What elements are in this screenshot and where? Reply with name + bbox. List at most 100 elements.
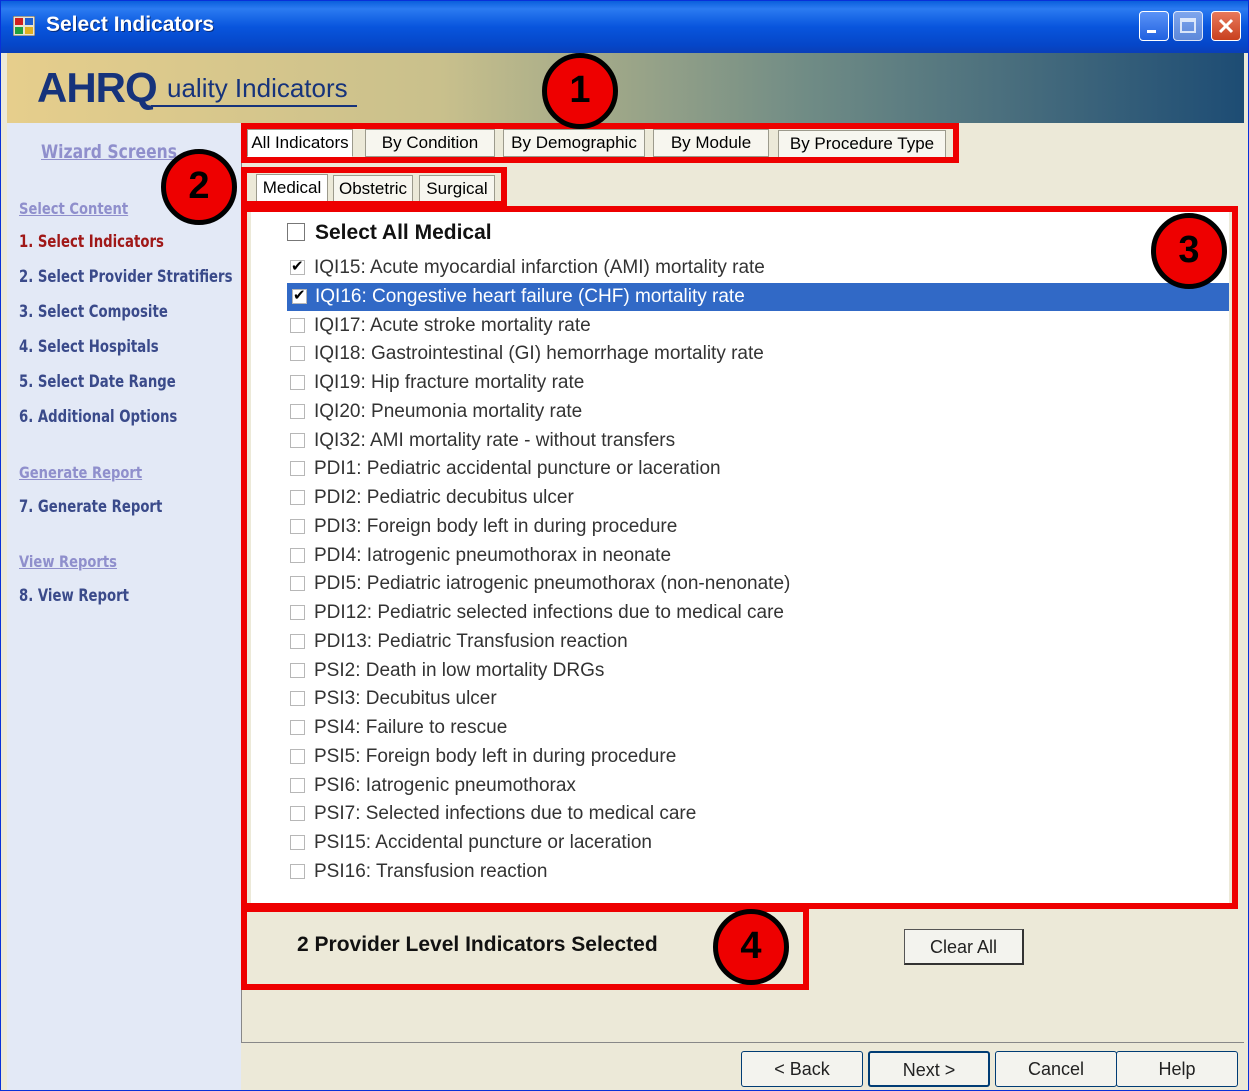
indicator-label: PDI1: Pediatric accidental puncture or l… [314,458,721,480]
back-button[interactable]: < Back [741,1051,863,1087]
indicator-checkbox[interactable] [290,806,305,822]
indicator-checkbox[interactable] [290,748,305,764]
indicator-item[interactable]: IQI16: Congestive heart failure (CHF) mo… [287,282,1229,311]
tab-obstetric[interactable]: Obstetric [333,175,413,203]
indicator-item[interactable]: IQI32: AMI mortality rate - without tran… [290,427,1230,455]
indicator-item[interactable]: IQI15: Acute myocardial infarction (AMI)… [290,254,1230,282]
indicator-checkbox[interactable] [290,547,305,563]
indicator-item[interactable]: PSI2: Death in low mortality DRGs [290,657,1230,685]
indicator-item[interactable]: IQI17: Acute stroke mortality rate [290,312,1230,340]
tab-all-indicators[interactable]: All Indicators [247,129,353,157]
indicator-label: IQI15: Acute myocardial infarction (AMI)… [314,257,765,278]
close-button[interactable] [1211,11,1241,41]
indicator-item[interactable]: PDI2: Pediatric decubitus ulcer [290,484,1230,512]
indicator-label: PSI5: Foreign body left in during proced… [314,745,677,767]
indicator-checkbox[interactable] [290,317,305,333]
selected-count-status: 2 Provider Level Indicators Selected [297,933,658,956]
banner: AHRQ uality Indicators [7,53,1244,123]
indicator-checkbox[interactable] [290,633,305,649]
marker-3: 3 [1151,213,1227,289]
step-select-date-range[interactable]: 5. Select Date Range [19,372,176,392]
indicator-checkbox[interactable] [290,863,305,879]
window-title: Select Indicators [46,13,215,36]
indicator-checkbox[interactable] [290,835,305,850]
indicator-checkbox[interactable] [290,777,305,793]
select-indicators-window: Select Indicators AHRQ uality Indicators… [0,0,1249,1091]
indicator-label: PSI16: Transfusion reaction [314,860,548,882]
indicator-item[interactable]: IQI19: Hip fracture mortality rate [290,369,1230,397]
next-button[interactable]: Next > [868,1051,990,1087]
tab-medical[interactable]: Medical [256,174,328,202]
logo-main-text: AHRQ [37,64,158,111]
select-content-link[interactable]: Select Content [19,199,128,218]
indicator-item[interactable]: IQI18: Gastrointestinal (GI) hemorrhage … [290,340,1230,368]
step-select-hospitals[interactable]: 4. Select Hospitals [19,337,159,357]
indicator-label: IQI17: Acute stroke mortality rate [314,314,591,336]
indicator-label: PSI4: Failure to rescue [314,717,508,738]
indicator-checkbox[interactable] [290,691,305,707]
indicator-item[interactable]: PSI6: Iatrogenic pneumothorax [290,772,1230,800]
tab-by-procedure-type[interactable]: By Procedure Type [778,130,946,158]
indicator-item[interactable]: IQI20: Pneumonia mortality rate [290,398,1230,426]
minimize-button[interactable] [1139,11,1169,41]
indicator-checkbox[interactable] [290,605,305,620]
indicator-checkbox[interactable] [290,490,305,505]
indicator-item[interactable]: PDI1: Pediatric accidental puncture or l… [290,455,1230,483]
indicator-item[interactable]: PDI13: Pediatric Transfusion reaction [290,628,1230,656]
step-select-indicators[interactable]: 1. Select Indicators [19,232,164,252]
indicator-item[interactable]: PSI3: Decubitus ulcer [290,685,1230,713]
indicator-item[interactable]: PSI5: Foreign body left in during proced… [290,743,1230,771]
generate-report-link[interactable]: Generate Report [19,463,142,482]
indicator-item[interactable]: PDI3: Foreign body left in during proced… [290,513,1230,541]
indicator-label: PSI7: Selected infections due to medical… [314,803,697,825]
step-generate-report[interactable]: 7. Generate Report [19,497,162,517]
tab-by-module[interactable]: By Module [653,129,769,157]
indicator-label: IQI16: Congestive heart failure (CHF) mo… [315,285,745,307]
indicator-label: IQI20: Pneumonia mortality rate [314,400,583,422]
indicator-item[interactable]: PSI4: Failure to rescue [290,714,1230,742]
indicator-checkbox[interactable] [290,576,305,592]
step-view-report[interactable]: 8. View Report [19,586,129,606]
select-all-checkbox-box[interactable] [287,223,305,241]
indicator-item[interactable]: PSI15: Accidental puncture or laceration [290,829,1230,857]
indicator-label: IQI18: Gastrointestinal (GI) hemorrhage … [314,343,764,365]
tab-by-demographic[interactable]: By Demographic [503,129,645,157]
step-select-provider-stratifiers[interactable]: 2. Select Provider Stratifiers [19,267,232,287]
view-reports-link[interactable]: View Reports [19,552,117,571]
step-select-composite[interactable]: 3. Select Composite [19,302,168,322]
maximize-button[interactable] [1173,11,1203,41]
indicator-checkbox[interactable] [290,257,305,275]
indicator-checkbox[interactable] [290,346,305,362]
indicator-label: PDI5: Pediatric iatrogenic pneumothorax … [314,573,791,595]
indicator-item[interactable]: PSI16: Transfusion reaction [290,858,1230,886]
cancel-button[interactable]: Cancel [995,1051,1117,1087]
indicator-label: PSI6: Iatrogenic pneumothorax [314,774,576,796]
indicator-checkbox[interactable] [290,432,305,448]
indicator-checkbox[interactable] [290,662,305,678]
maximize-icon [1180,18,1196,33]
indicator-checkbox[interactable] [290,518,305,534]
indicator-checkbox[interactable] [290,375,305,390]
indicator-label: IQI19: Hip fracture mortality rate [314,372,585,393]
indicator-label: PDI3: Foreign body left in during proced… [314,515,678,537]
minimize-icon [1147,30,1156,33]
wizard-sidebar: Wizard Screens Select Content 1. Select … [7,123,241,1090]
step-additional-options[interactable]: 6. Additional Options [19,407,177,427]
indicator-checkbox[interactable] [290,461,305,477]
marker-2: 2 [161,149,237,225]
indicator-checkbox[interactable] [292,286,307,304]
tab-surgical[interactable]: Surgical [419,175,495,203]
close-icon [1218,18,1234,34]
indicator-item[interactable]: PDI5: Pediatric iatrogenic pneumothorax … [290,570,1230,598]
indicator-item[interactable]: PDI4: Iatrogenic pneumothorax in neonate [290,542,1230,570]
indicator-checkbox[interactable] [290,403,305,419]
tab-by-condition[interactable]: By Condition [365,129,495,157]
clear-all-button[interactable]: Clear All [904,929,1024,965]
indicator-checkbox[interactable] [290,720,305,735]
indicator-item[interactable]: PSI7: Selected infections due to medical… [290,800,1230,828]
indicator-label: IQI32: AMI mortality rate - without tran… [314,429,676,451]
help-button[interactable]: Help [1116,1051,1238,1087]
app-icon [13,16,35,36]
indicator-item[interactable]: PDI12: Pediatric selected infections due… [290,599,1230,627]
select-all-label: Select All Medical [315,221,492,244]
